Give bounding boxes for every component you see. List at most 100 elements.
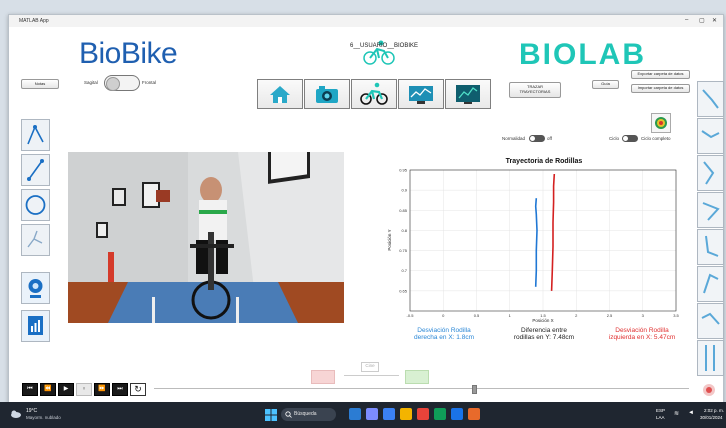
heatmap-icon bbox=[655, 117, 667, 129]
circle-icon bbox=[25, 195, 46, 215]
home-tool-button[interactable] bbox=[257, 79, 303, 109]
knee-pose-icon bbox=[703, 161, 715, 185]
leg-pose-icon bbox=[702, 89, 719, 109]
knee-trajectory-chart: Trayectoria de Rodillas -0.5 0 0.5 1 1.5 2 2.5… bbox=[387, 158, 679, 323]
chart-xtick-label: 2.5 bbox=[607, 313, 613, 318]
foot-pose-icon bbox=[705, 235, 719, 257]
biobike-logo: BioBike bbox=[79, 37, 178, 70]
sidebar-right-pose-5[interactable] bbox=[697, 229, 724, 265]
sidebar-right-pose-1[interactable] bbox=[697, 81, 724, 117]
taskbar-app-5[interactable] bbox=[417, 408, 429, 420]
screen-tool-button[interactable] bbox=[445, 79, 491, 109]
forward-button[interactable]: ⏩ bbox=[94, 383, 110, 396]
weather-desc: Mayorm. nublado bbox=[26, 415, 61, 420]
chart-ytick-label: 0.9 bbox=[401, 188, 407, 193]
angle-icon bbox=[27, 125, 44, 145]
ghost-green-button[interactable] bbox=[405, 370, 429, 384]
taskbar-app-6[interactable] bbox=[434, 408, 446, 420]
chart-ytick-label: 0.95 bbox=[399, 168, 408, 173]
left-knee-deviation: Desviación Rodilla izquierda en X: 5.47c… bbox=[608, 327, 676, 341]
maximize-button[interactable]: ▢ bbox=[699, 17, 705, 24]
frontal-label: Frontal bbox=[142, 80, 157, 85]
title-bar: MATLAB App – ▢ ✕ bbox=[9, 15, 723, 27]
notes-button[interactable]: Notas bbox=[21, 79, 59, 89]
biolab-logo: BIOLAB bbox=[519, 38, 646, 71]
monitor-chart-icon bbox=[409, 86, 433, 104]
timeline-thumb[interactable] bbox=[472, 385, 478, 394]
webcam-icon bbox=[28, 279, 43, 298]
sidebar-right-pose-2[interactable] bbox=[697, 118, 724, 154]
chart-ytick-label: 0.65 bbox=[399, 288, 408, 293]
volume-icon[interactable]: ◄ bbox=[688, 410, 694, 416]
normalidad-state: off bbox=[547, 136, 552, 141]
sidebar-webcam-button[interactable] bbox=[21, 272, 50, 304]
taskbar-search[interactable]: Búsqueda bbox=[281, 408, 336, 421]
lang-label[interactable]: ESP bbox=[656, 408, 665, 413]
sidebar-angle-button[interactable] bbox=[21, 119, 50, 151]
chart-xtick-label: 1 bbox=[509, 313, 512, 318]
video-frame bbox=[68, 152, 344, 323]
sidebar-right-pose-3[interactable] bbox=[697, 155, 724, 191]
taskbar-app-1[interactable] bbox=[349, 408, 361, 420]
normalidad-label: Normalidad bbox=[502, 136, 526, 141]
camera-tool-button[interactable] bbox=[304, 79, 350, 109]
chart-xtick-label: -0.5 bbox=[407, 313, 415, 318]
sidebar-right-pose-4[interactable] bbox=[697, 192, 724, 228]
wifi-icon[interactable]: ≋ bbox=[674, 410, 679, 417]
sidebar-skeleton-button[interactable] bbox=[21, 224, 50, 256]
sidebar-right-pose-6[interactable] bbox=[697, 266, 724, 302]
ghost-slider[interactable] bbox=[344, 375, 399, 376]
taskbar-app-7[interactable] bbox=[451, 408, 463, 420]
chart-ytick-label: 0.7 bbox=[401, 268, 407, 273]
sidebar-report-button[interactable] bbox=[21, 310, 50, 342]
monitor-tool-button[interactable] bbox=[398, 79, 444, 109]
clock-time: 2:02 p. m. bbox=[704, 408, 725, 413]
chart-xtick-label: 2 bbox=[575, 313, 578, 318]
camera-icon bbox=[316, 86, 338, 103]
reload-button[interactable]: ↻ bbox=[130, 383, 146, 396]
record-icon bbox=[706, 387, 712, 393]
home-icon bbox=[270, 86, 290, 103]
timeline-slider[interactable] bbox=[154, 388, 689, 389]
record-button[interactable] bbox=[703, 384, 715, 396]
heatmap-button[interactable] bbox=[651, 113, 671, 133]
chart-ylabel: Posición Y bbox=[387, 229, 392, 250]
ciclo-completo-label: Ciclo completo bbox=[641, 136, 671, 141]
sidebar-line-button[interactable] bbox=[21, 154, 50, 186]
view-switch[interactable] bbox=[104, 75, 140, 91]
close-button[interactable]: ✕ bbox=[712, 17, 717, 24]
sidebar-circle-button[interactable] bbox=[21, 189, 50, 221]
last-frame-button[interactable]: ⏭ bbox=[112, 383, 128, 396]
trazar-button[interactable]: TRAZAR TRAYECTORIAS bbox=[509, 82, 561, 98]
chart-ytick-label: 0.8 bbox=[401, 228, 407, 233]
normalidad-toggle[interactable] bbox=[529, 135, 545, 142]
minimize-button[interactable]: – bbox=[685, 17, 688, 23]
sidebar-right-pose-8[interactable] bbox=[697, 340, 724, 376]
rewind-button[interactable]: ⏪ bbox=[40, 383, 56, 396]
taskbar-app-2[interactable] bbox=[366, 408, 378, 420]
torso-pose-icon bbox=[703, 273, 719, 294]
taskbar-app-matlab[interactable] bbox=[468, 408, 480, 420]
guide-button[interactable]: Guía bbox=[592, 80, 619, 89]
knee-difference: Diferencia entre rodillas en Y: 7.48cm bbox=[513, 327, 575, 341]
cyclist-icon bbox=[360, 82, 388, 105]
play-button[interactable]: ▶ bbox=[58, 383, 74, 396]
pause-button[interactable]: ⏸ bbox=[76, 383, 92, 396]
hip-pose-icon bbox=[702, 202, 720, 221]
first-frame-button[interactable]: ⏮ bbox=[22, 383, 38, 396]
sidebar-right-pose-7[interactable] bbox=[697, 303, 724, 339]
line-icon bbox=[27, 159, 44, 181]
windows-taskbar: 19°C Mayorm. nublado Búsqueda ESP LAA ≋ … bbox=[0, 402, 726, 428]
windows-start-icon[interactable] bbox=[265, 409, 277, 421]
import-button[interactable]: Importar carpeta de datos bbox=[631, 84, 690, 93]
taskbar-app-3[interactable] bbox=[383, 408, 395, 420]
chart-title: Trayectoria de Rodillas bbox=[506, 158, 583, 165]
report-chart-icon bbox=[28, 316, 43, 335]
chart-series-line-2 bbox=[550, 173, 556, 291]
cyclist-tool-button[interactable] bbox=[351, 79, 397, 109]
export-button[interactable]: Exportar carpeta de datos bbox=[631, 70, 690, 79]
taskbar-app-4[interactable] bbox=[400, 408, 412, 420]
ciclo-toggle[interactable] bbox=[622, 135, 638, 142]
ghost-red-button[interactable] bbox=[311, 370, 335, 384]
chart-xtick-label: 3 bbox=[642, 313, 645, 318]
